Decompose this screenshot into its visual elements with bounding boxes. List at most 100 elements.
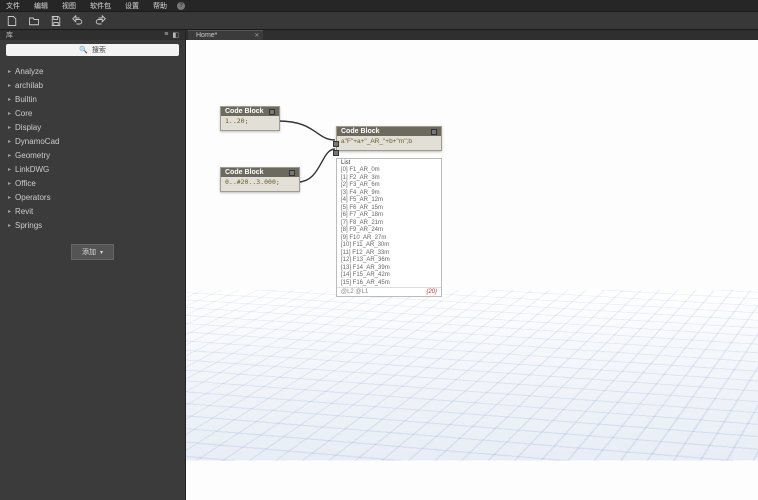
lib-label: Analyze (15, 67, 43, 76)
lib-label: Geometry (15, 151, 50, 160)
menu-file[interactable]: 文件 (6, 1, 20, 11)
output-row: [10] F11_AR_30m (337, 242, 441, 250)
output-row: [6] F7_AR_18m (337, 212, 441, 220)
toolbar (0, 11, 758, 30)
output-row: [2] F3_AR_6m (337, 182, 441, 190)
output-port[interactable] (431, 129, 437, 135)
output-port[interactable] (289, 170, 295, 176)
undo-icon[interactable] (72, 15, 84, 27)
search-placeholder: 搜索 (92, 45, 106, 55)
input-port-b[interactable] (333, 150, 339, 156)
port-label-b: b (408, 138, 412, 146)
chevron-right-icon: ▸ (8, 138, 11, 145)
library-header: 库 ≡ ◧ (0, 30, 185, 40)
save-icon[interactable] (50, 15, 62, 27)
add-button[interactable]: 添加 ▾ (71, 244, 114, 260)
output-count: {20} (426, 289, 437, 295)
close-icon[interactable]: ✕ (254, 32, 259, 39)
output-port[interactable] (269, 109, 275, 115)
search-input[interactable]: 🔍 搜索 (6, 44, 179, 56)
output-row: [12] F13_AR_36m (337, 257, 441, 265)
output-level: @L2 @L1 (341, 289, 368, 295)
help-icon[interactable]: ? (177, 2, 185, 10)
workspace: Home* ✕ Code Block 1..20; (186, 30, 758, 500)
library-list: ▸Analyze ▸archilab ▸Builtin ▸Core ▸Displ… (0, 60, 185, 236)
chevron-right-icon: ▸ (8, 82, 11, 89)
lib-item-display[interactable]: ▸ Display (0, 120, 185, 134)
lib-label: archilab (15, 81, 43, 90)
menu-view[interactable]: 视图 (62, 1, 76, 11)
output-row: [3] F4_AR_9m (337, 190, 441, 198)
open-folder-icon[interactable] (28, 15, 40, 27)
list-view-icon[interactable]: ≡ (164, 31, 168, 39)
lib-label: Display (15, 123, 41, 132)
library-panel: 库 ≡ ◧ 🔍 搜索 ▸Analyze ▸archilab ▸Builtin ▸… (0, 30, 186, 500)
lib-label: DynamoCad (15, 137, 59, 146)
chevron-right-icon: ▸ (8, 208, 11, 215)
node-title: Code Block (225, 108, 264, 115)
graph-canvas[interactable]: Code Block 1..20; Code Block 0..#20..3.0… (186, 40, 758, 500)
library-title: 库 (6, 30, 13, 40)
output-row: [7] F8_AR_21m (337, 220, 441, 228)
lib-item-linkdwg[interactable]: ▸ LinkDWG (0, 162, 185, 176)
menu-edit[interactable]: 编辑 (34, 1, 48, 11)
chevron-right-icon: ▸ (8, 110, 11, 117)
output-row: [5] F6_AR_15m (337, 205, 441, 213)
node-code[interactable]: 0..#20..3.000; (221, 177, 299, 191)
new-file-icon[interactable] (6, 15, 18, 27)
output-row: [13] F14_AR_39m (337, 265, 441, 273)
node-code[interactable]: a "F"+a+"_AR_"+b+"m"; b (337, 136, 441, 150)
lib-label: Springs (15, 221, 42, 230)
output-row: [15] F16_AR_45m (337, 280, 441, 288)
code-block-node-1[interactable]: Code Block 1..20; (220, 106, 280, 131)
chevron-right-icon: ▸ (8, 124, 11, 131)
output-row: [14] F15_AR_42m (337, 272, 441, 280)
output-rows: [0] F1_AR_0m [1] F2_AR_3m [2] F3_AR_6m [… (337, 167, 441, 287)
lib-item-core[interactable]: ▸Core (0, 106, 185, 120)
output-row: [11] F12_AR_33m (337, 250, 441, 258)
lib-item-dynamocad[interactable]: ▸ DynamoCad (0, 134, 185, 148)
code-block-node-2[interactable]: Code Block 0..#20..3.000; (220, 167, 300, 192)
tab-bar: Home* ✕ (186, 30, 758, 40)
lib-item-archilab[interactable]: ▸ archilab (0, 78, 185, 92)
lib-label: LinkDWG (15, 165, 49, 174)
chevron-right-icon: ▸ (8, 222, 11, 229)
node-title: Code Block (341, 128, 380, 135)
tab-label: Home* (196, 32, 217, 39)
chevron-right-icon: ▸ (8, 166, 11, 173)
menu-settings[interactable]: 设置 (125, 1, 139, 11)
node-code[interactable]: 1..20; (221, 116, 279, 130)
output-row: [8] F9_AR_24m (337, 227, 441, 235)
code-block-node-3[interactable]: Code Block a "F"+a+"_AR_"+b+"m"; b (336, 126, 442, 151)
input-port-a[interactable] (333, 141, 339, 147)
chevron-right-icon: ▸ (8, 68, 11, 75)
lib-label: Office (15, 179, 36, 188)
lib-label: Operators (15, 193, 51, 202)
output-row: [9] F10_AR_27m (337, 235, 441, 243)
menu-packages[interactable]: 软件包 (90, 1, 111, 11)
app-root: 文件 编辑 视图 软件包 设置 帮助 ? 库 ≡ ◧ 🔍 (0, 0, 758, 500)
lib-item-revit[interactable]: ▸Revit (0, 204, 185, 218)
lib-item-operators[interactable]: ▸ Operators (0, 190, 185, 204)
lib-item-springs[interactable]: ▸ Springs (0, 218, 185, 232)
add-label: 添加 (82, 247, 96, 257)
output-row: [0] F1_AR_0m (337, 167, 441, 175)
lib-item-analyze[interactable]: ▸ Analyze (0, 64, 185, 78)
tab-home[interactable]: Home* ✕ (188, 30, 263, 40)
redo-icon[interactable] (94, 15, 106, 27)
lib-item-builtin[interactable]: ▸Builtin (0, 92, 185, 106)
code-text: "F"+a+"_AR_"+b+"m"; (345, 138, 409, 146)
lib-item-office[interactable]: ▸ Office (0, 176, 185, 190)
chevron-right-icon: ▸ (8, 152, 11, 159)
node-title: Code Block (225, 169, 264, 176)
lib-label: Builtin (15, 95, 37, 104)
expand-icon[interactable]: ◧ (172, 31, 179, 39)
output-row: [4] F5_AR_12m (337, 197, 441, 205)
output-preview-panel[interactable]: List [0] F1_AR_0m [1] F2_AR_3m [2] F3_AR… (336, 158, 442, 297)
chevron-right-icon: ▸ (8, 180, 11, 187)
output-row: [1] F2_AR_3m (337, 175, 441, 183)
lib-item-geometry[interactable]: ▸ Geometry (0, 148, 185, 162)
chevron-right-icon: ▸ (8, 194, 11, 201)
menu-help[interactable]: 帮助 (153, 1, 167, 11)
background-grid (186, 290, 758, 460)
